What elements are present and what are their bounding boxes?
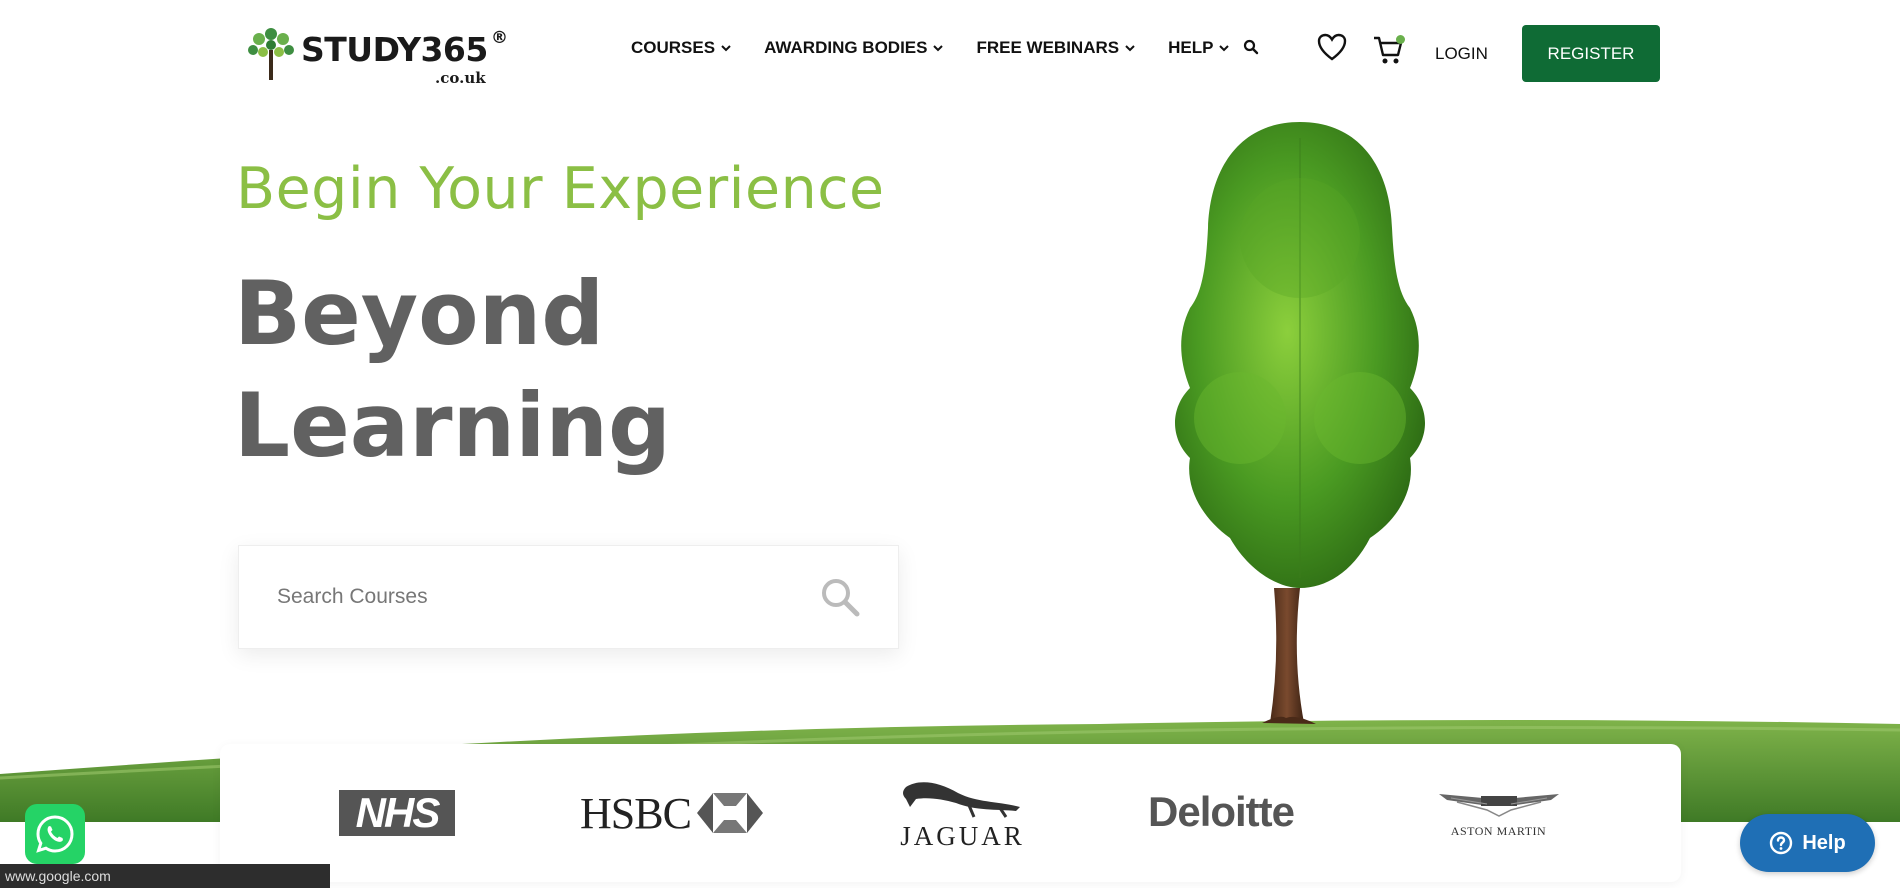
nav-help[interactable]: HELP — [1168, 38, 1230, 58]
partner-jaguar-text: JAGUAR — [900, 820, 1025, 851]
search-icon[interactable] — [819, 576, 863, 620]
hero-title-line-1: Beyond — [234, 262, 605, 365]
aston-martin-wings-icon — [1438, 793, 1559, 817]
nav-help-label: HELP — [1168, 38, 1214, 57]
partner-logos-strip: NHS HSBC JAGUAR Deloitte ASTON MARTIN — [220, 744, 1681, 882]
chevron-down-icon — [1125, 45, 1135, 52]
question-mark-icon — [1770, 831, 1793, 855]
whatsapp-chat-button[interactable] — [25, 804, 85, 864]
chevron-down-icon — [1219, 45, 1230, 52]
partner-logo-jaguar: JAGUAR — [890, 774, 1035, 854]
help-chat-button[interactable]: Help — [1740, 814, 1875, 872]
nav-courses[interactable]: COURSES — [631, 38, 731, 58]
heart-icon[interactable] — [1317, 33, 1347, 61]
site-logo[interactable]: STUDY365 ® .co.uk — [245, 24, 510, 88]
main-nav: COURSES AWARDING BODIES FREE WEBINARS HE… — [631, 38, 1262, 58]
hsbc-hexagon-icon — [696, 793, 763, 833]
register-button[interactable]: REGISTER — [1522, 25, 1660, 82]
nav-courses-label: COURSES — [631, 38, 716, 57]
logo-wordmark: STUDY365 — [301, 30, 488, 69]
login-link[interactable]: LOGIN — [1435, 44, 1488, 64]
jaguar-leaper-icon — [902, 781, 1020, 818]
partner-logo-nhs: NHS — [339, 789, 455, 836]
cart-badge — [1396, 35, 1405, 44]
partner-logo-hsbc: HSBC — [580, 788, 763, 838]
help-button-label: Help — [1802, 831, 1846, 854]
partner-aston-martin-text: ASTON MARTIN — [1450, 823, 1547, 838]
nav-awarding-bodies[interactable]: AWARDING BODIES — [764, 38, 944, 58]
partner-hsbc-text: HSBC — [580, 788, 692, 838]
logo-tree-icon — [248, 28, 294, 80]
page: STUDY365 ® .co.uk COURSES AWARDING BODIE… — [0, 0, 1900, 888]
nav-free-webinars[interactable]: FREE WEBINARS — [976, 38, 1135, 58]
chevron-down-icon — [933, 45, 944, 52]
logo-domain: .co.uk — [435, 69, 486, 87]
partner-logo-deloitte: Deloitte — [1148, 788, 1295, 835]
chevron-down-icon — [721, 45, 731, 52]
whatsapp-icon — [36, 815, 74, 853]
browser-status-url: www.google.com — [0, 864, 330, 888]
search-icon[interactable] — [1243, 39, 1259, 55]
search-input[interactable] — [277, 574, 797, 620]
nav-awarding-bodies-label: AWARDING BODIES — [764, 38, 928, 57]
logo-registered-mark: ® — [491, 28, 508, 48]
hero-title: Beyond Learning — [234, 258, 671, 482]
hero-subtitle: Begin Your Experience — [236, 156, 885, 222]
course-search-box — [238, 545, 899, 649]
hero-title-line-2: Learning — [234, 374, 671, 477]
nav-free-webinars-label: FREE WEBINARS — [976, 38, 1120, 57]
tree-head-image — [1175, 122, 1425, 724]
partner-logo-aston-martin: ASTON MARTIN — [1436, 784, 1561, 844]
